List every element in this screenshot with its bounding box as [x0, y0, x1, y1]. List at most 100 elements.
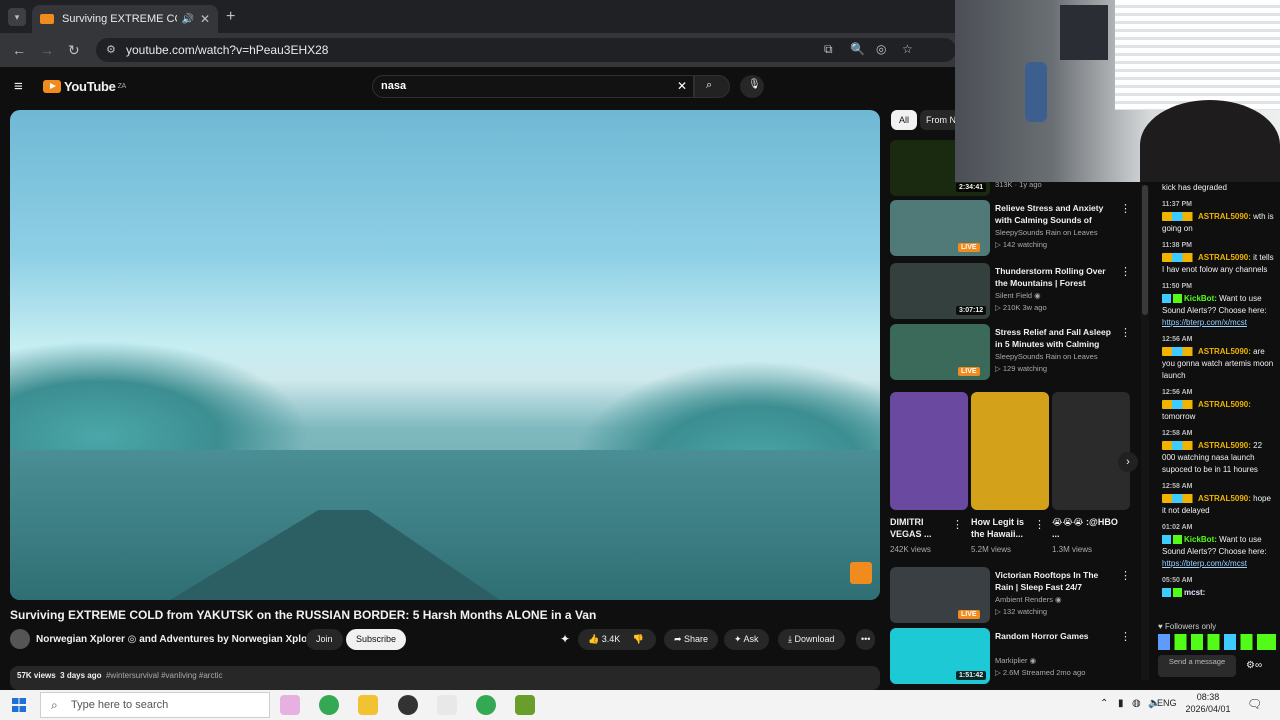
obs-icon[interactable]	[398, 695, 418, 715]
eye-slash-icon[interactable]: ◎	[876, 42, 886, 56]
taskbar-clock[interactable]: 08:38 2026/04/01	[1183, 691, 1233, 715]
more-options-icon[interactable]: ⋮	[1120, 202, 1131, 215]
reload-icon[interactable]: ↻	[68, 42, 80, 59]
tab-search-button[interactable]: ▾	[8, 8, 26, 26]
browser-tab[interactable]: Surviving EXTREME COLD fr 🔊 ✕	[32, 5, 218, 33]
microphone-icon[interactable]: ▮	[1118, 698, 1124, 709]
chat-scrollbar[interactable]	[1141, 185, 1149, 680]
chat-username[interactable]: ASTRAL5090:	[1198, 441, 1251, 450]
more-options-icon[interactable]: ⋮	[1120, 326, 1131, 339]
voice-search-button[interactable]: 🎙	[740, 75, 764, 98]
clock-time: 08:38	[1196, 692, 1220, 702]
chat-username[interactable]: ASTRAL5090:	[1198, 400, 1251, 409]
chat-link[interactable]: https://bterp.com/x/mcst	[1162, 317, 1274, 329]
recommended-title[interactable]: Relieve Stress and Anxiety with Calming …	[995, 202, 1119, 226]
short-title[interactable]: How Legit is the Hawaii...	[971, 516, 1037, 540]
video-player[interactable]	[10, 110, 880, 600]
new-tab-button[interactable]: +	[226, 8, 235, 26]
share-button[interactable]: ➦ Share	[664, 629, 719, 650]
windows-start-icon[interactable]	[12, 698, 26, 712]
recommended-channel[interactable]: Silent Field ◉	[995, 291, 1041, 300]
chat-scrollbar-thumb[interactable]	[1142, 185, 1148, 315]
forward-icon[interactable]: →	[40, 42, 54, 58]
clear-search-icon[interactable]: ✕	[677, 76, 687, 97]
chat-username[interactable]: KickBot:	[1184, 535, 1217, 544]
chat-username[interactable]: KickBot:	[1184, 294, 1217, 303]
language-indicator[interactable]: ENG	[1157, 698, 1177, 708]
chat-username[interactable]: ASTRAL5090:	[1198, 253, 1251, 262]
search-icon: ⌕	[51, 698, 58, 712]
chat-input[interactable]: Send a message	[1158, 655, 1236, 677]
youtube-logo[interactable]: YouTube ZA	[43, 79, 126, 94]
download-button[interactable]: ⤓ Download	[778, 629, 845, 650]
chat-username[interactable]: ASTRAL5090:	[1198, 494, 1251, 503]
join-button[interactable]: Join	[306, 629, 343, 650]
more-options-icon[interactable]: ⋮	[1120, 569, 1131, 582]
zoom-icon[interactable]: 🔍	[850, 42, 865, 56]
recommended-title[interactable]: Thunderstorm Rolling Over the Mountains …	[995, 265, 1119, 289]
speaker-icon[interactable]: 🔊	[181, 14, 193, 25]
recommended-title[interactable]: Stress Relief and Fall Asleep in 5 Minut…	[995, 326, 1119, 350]
recommended-video[interactable]: 3:07:12 Thunderstorm Rolling Over the Mou…	[890, 263, 1140, 321]
channel-watermark-icon[interactable]	[850, 562, 872, 584]
short-more-icon[interactable]: ⋮	[1034, 518, 1045, 531]
followers-only-label: ♥ Followers only	[1158, 622, 1216, 631]
recommended-channel[interactable]: Markiplier ◉	[995, 656, 1036, 665]
install-app-icon[interactable]: ⧉	[824, 42, 833, 57]
chat-username[interactable]: ASTRAL5090:	[1198, 347, 1251, 356]
short-title[interactable]: 😭😭😭 :@HBO ...	[1052, 516, 1118, 540]
recommended-video[interactable]: LIVE Relieve Stress and Anxiety with Calm…	[890, 200, 1140, 258]
recommended-title[interactable]: Victorian Rooftops In The Rain | Sleep F…	[995, 569, 1119, 593]
chip-all[interactable]: All	[891, 110, 918, 130]
search-button[interactable]: ⌕	[694, 75, 730, 98]
hashtags[interactable]: #wintersurvival #vanliving #arctic	[106, 671, 223, 680]
file-explorer-icon[interactable]	[358, 695, 378, 715]
search-input[interactable]: nasa ✕	[372, 75, 694, 98]
bookmark-star-icon[interactable]: ☆	[902, 42, 913, 56]
ask-button[interactable]: ✦ Ask	[724, 629, 769, 650]
taskbar-search-input[interactable]: ⌕ Type here to search	[40, 692, 270, 718]
more-actions-button[interactable]: •••	[856, 629, 876, 650]
chat-username[interactable]: mcst:	[1184, 588, 1205, 597]
site-info-icon[interactable]: ⚙	[106, 38, 116, 62]
gift-icon[interactable]: ✦	[560, 632, 570, 646]
description-box[interactable]: 57K views 3 days ago #wintersurvival #va…	[10, 666, 880, 690]
tab-close-button[interactable]: ✕	[200, 12, 210, 26]
emote-bar[interactable]	[1158, 634, 1276, 650]
live-badge: LIVE	[958, 367, 980, 376]
recommended-video[interactable]: 1:51:42 Random Horror Games Markiplier ◉ ▷ …	[890, 628, 1140, 686]
subscribe-button[interactable]: Subscribe	[346, 629, 407, 650]
copilot-icon[interactable]	[280, 695, 300, 715]
recommended-channel[interactable]: Ambient Renders ◉	[995, 595, 1062, 604]
notifications-icon[interactable]: 🗨	[1247, 697, 1262, 711]
snipping-tool-icon[interactable]	[437, 695, 457, 715]
recommended-video[interactable]: LIVE Victorian Rooftops In The Rain | Sle…	[890, 567, 1140, 625]
recommended-title[interactable]: Random Horror Games	[995, 630, 1119, 642]
thumbs-down-icon[interactable]: 👎	[633, 634, 644, 644]
chrome-profile-icon[interactable]	[476, 695, 496, 715]
like-dislike-button[interactable]: 👍 3.4K 👎	[578, 629, 656, 650]
chat-link[interactable]: https://bterp.com/x/mcst	[1162, 558, 1274, 570]
minecraft-icon[interactable]	[515, 695, 535, 715]
back-icon[interactable]: ←	[12, 42, 26, 58]
chrome-icon[interactable]	[319, 695, 339, 715]
short-thumbnail[interactable]	[971, 392, 1049, 510]
shorts-next-button[interactable]: ›	[1118, 452, 1138, 472]
short-more-icon[interactable]: ⋮	[952, 518, 963, 531]
short-title[interactable]: DIMITRI VEGAS ...	[890, 516, 956, 540]
more-options-icon[interactable]: ⋮	[1120, 630, 1131, 643]
chevron-up-icon[interactable]: ⌃	[1100, 698, 1108, 709]
thumbs-up-icon[interactable]: 👍	[588, 634, 599, 644]
recommended-channel[interactable]: SleepySounds Rain on Leaves	[995, 352, 1098, 361]
chat-settings-icon[interactable]: ⚙∞	[1246, 660, 1262, 671]
recommended-channel[interactable]: SleepySounds Rain on Leaves	[995, 228, 1098, 237]
network-icon[interactable]: ◍	[1132, 698, 1141, 709]
short-thumbnail[interactable]	[1052, 392, 1130, 510]
recommended-video[interactable]: LIVE Stress Relief and Fall Asleep in 5 M…	[890, 324, 1140, 382]
hamburger-menu-icon[interactable]: ≡	[14, 78, 23, 95]
channel-name[interactable]: Norwegian Xplorer ◎ and Adventures by No…	[36, 634, 321, 645]
more-options-icon[interactable]: ⋮	[1120, 265, 1131, 278]
channel-avatar[interactable]	[10, 629, 30, 649]
chat-username[interactable]: ASTRAL5090:	[1198, 212, 1251, 221]
short-thumbnail[interactable]	[890, 392, 968, 510]
